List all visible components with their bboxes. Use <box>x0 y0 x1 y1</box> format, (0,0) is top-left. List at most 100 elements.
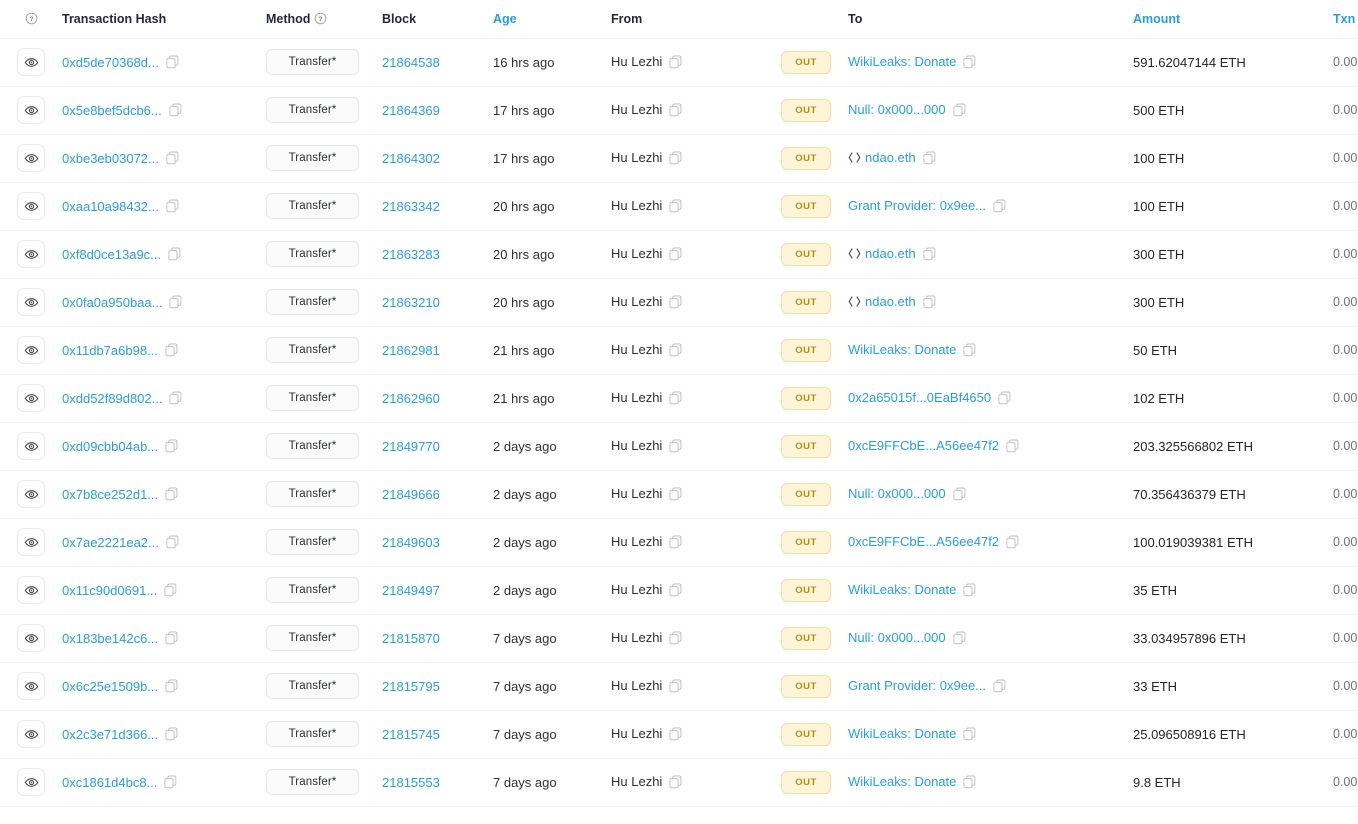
copy-icon[interactable] <box>963 775 976 789</box>
transaction-hash-link[interactable]: 0xc1861d4bc8... <box>62 775 157 790</box>
copy-icon[interactable] <box>169 103 182 117</box>
block-link[interactable]: 21815553 <box>382 775 440 790</box>
to-address-link[interactable]: WikiLeaks: Donate <box>848 342 956 357</box>
copy-icon[interactable] <box>169 391 182 405</box>
copy-icon[interactable] <box>953 487 966 501</box>
copy-icon[interactable] <box>165 727 178 741</box>
preview-eye-icon[interactable] <box>17 48 45 76</box>
preview-eye-icon[interactable] <box>17 576 45 604</box>
method-badge[interactable]: Transfer* <box>266 529 359 555</box>
copy-icon[interactable] <box>164 583 177 597</box>
method-badge[interactable]: Transfer* <box>266 97 359 123</box>
to-address-link[interactable]: WikiLeaks: Donate <box>848 582 956 597</box>
copy-icon[interactable] <box>669 775 682 789</box>
copy-icon[interactable] <box>963 343 976 357</box>
to-address-link[interactable]: WikiLeaks: Donate <box>848 54 956 69</box>
copy-icon[interactable] <box>669 343 682 357</box>
copy-icon[interactable] <box>669 247 682 261</box>
transaction-hash-link[interactable]: 0x2c3e71d366... <box>62 727 158 742</box>
preview-eye-icon[interactable] <box>17 528 45 556</box>
to-address-link[interactable]: Null: 0x000...000 <box>848 102 946 117</box>
method-badge[interactable]: Transfer* <box>266 721 359 747</box>
copy-icon[interactable] <box>669 535 682 549</box>
to-address-link[interactable]: 0x2a65015f...0EaBf4650 <box>848 390 991 405</box>
copy-icon[interactable] <box>669 199 682 213</box>
preview-eye-icon[interactable] <box>17 336 45 364</box>
block-link[interactable]: 21815745 <box>382 727 440 742</box>
method-badge[interactable]: Transfer* <box>266 577 359 603</box>
to-address-link[interactable]: 0xcE9FFCbE...A56ee47f2 <box>848 438 999 453</box>
copy-icon[interactable] <box>669 583 682 597</box>
copy-icon[interactable] <box>669 487 682 501</box>
method-badge[interactable]: Transfer* <box>266 241 359 267</box>
copy-icon[interactable] <box>963 583 976 597</box>
preview-eye-icon[interactable] <box>17 432 45 460</box>
transaction-hash-link[interactable]: 0x183be142c6... <box>62 631 158 646</box>
preview-eye-icon[interactable] <box>17 624 45 652</box>
transaction-hash-link[interactable]: 0x7b8ce252d1... <box>62 487 158 502</box>
transaction-hash-link[interactable]: 0xaa10a98432... <box>62 199 159 214</box>
preview-eye-icon[interactable] <box>17 384 45 412</box>
preview-eye-icon[interactable] <box>17 192 45 220</box>
column-header-age[interactable]: Age <box>483 0 601 39</box>
copy-icon[interactable] <box>164 775 177 789</box>
method-badge[interactable]: Transfer* <box>266 289 359 315</box>
copy-icon[interactable] <box>669 55 682 69</box>
transaction-hash-link[interactable]: 0x6c25e1509b... <box>62 679 158 694</box>
block-link[interactable]: 21849770 <box>382 439 440 454</box>
copy-icon[interactable] <box>953 631 966 645</box>
method-badge[interactable]: Transfer* <box>266 193 359 219</box>
preview-eye-icon[interactable] <box>17 240 45 268</box>
preview-eye-icon[interactable] <box>17 720 45 748</box>
to-address-link[interactable]: Grant Provider: 0x9ee... <box>848 198 986 213</box>
help-circle-icon[interactable]: ? <box>25 12 38 25</box>
to-address-link[interactable]: WikiLeaks: Donate <box>848 726 956 741</box>
copy-icon[interactable] <box>165 487 178 501</box>
transaction-hash-link[interactable]: 0x7ae2221ea2... <box>62 535 159 550</box>
copy-icon[interactable] <box>669 295 682 309</box>
transaction-hash-link[interactable]: 0xd5de70368d... <box>62 55 159 70</box>
block-link[interactable]: 21862981 <box>382 343 440 358</box>
preview-eye-icon[interactable] <box>17 480 45 508</box>
copy-icon[interactable] <box>1006 535 1019 549</box>
copy-icon[interactable] <box>166 535 179 549</box>
copy-icon[interactable] <box>993 679 1006 693</box>
block-link[interactable]: 21862960 <box>382 391 440 406</box>
copy-icon[interactable] <box>166 55 179 69</box>
to-address-link[interactable]: 0xcE9FFCbE...A56ee47f2 <box>848 534 999 549</box>
method-badge[interactable]: Transfer* <box>266 49 359 75</box>
copy-icon[interactable] <box>166 199 179 213</box>
block-link[interactable]: 21849603 <box>382 535 440 550</box>
to-address-link[interactable]: Grant Provider: 0x9ee... <box>848 678 986 693</box>
transaction-hash-link[interactable]: 0xbe3eb03072... <box>62 151 159 166</box>
block-link[interactable]: 21864369 <box>382 103 440 118</box>
transaction-hash-link[interactable]: 0x11db7a6b98... <box>62 343 158 358</box>
block-link[interactable]: 21863210 <box>382 295 440 310</box>
transaction-hash-link[interactable]: 0x11c90d0691... <box>62 583 157 598</box>
to-address-link[interactable]: ndao.eth <box>865 246 916 261</box>
method-badge[interactable]: Transfer* <box>266 337 359 363</box>
copy-icon[interactable] <box>923 295 936 309</box>
to-address-link[interactable]: Null: 0x000...000 <box>848 630 946 645</box>
preview-eye-icon[interactable] <box>17 144 45 172</box>
copy-icon[interactable] <box>953 103 966 117</box>
copy-icon[interactable] <box>168 247 181 261</box>
preview-eye-icon[interactable] <box>17 672 45 700</box>
copy-icon[interactable] <box>963 727 976 741</box>
column-header-txn-fee[interactable]: Txn Fee <box>1321 0 1358 39</box>
to-address-link[interactable]: Null: 0x000...000 <box>848 486 946 501</box>
copy-icon[interactable] <box>923 247 936 261</box>
method-badge[interactable]: Transfer* <box>266 673 359 699</box>
column-header-amount[interactable]: Amount <box>1121 0 1321 39</box>
block-link[interactable]: 21863342 <box>382 199 440 214</box>
copy-icon[interactable] <box>166 151 179 165</box>
preview-eye-icon[interactable] <box>17 288 45 316</box>
copy-icon[interactable] <box>165 343 178 357</box>
preview-eye-icon[interactable] <box>17 96 45 124</box>
copy-icon[interactable] <box>169 295 182 309</box>
method-badge[interactable]: Transfer* <box>266 385 359 411</box>
copy-icon[interactable] <box>669 727 682 741</box>
help-circle-icon[interactable]: ? <box>314 12 327 25</box>
block-link[interactable]: 21863283 <box>382 247 440 262</box>
transaction-hash-link[interactable]: 0xf8d0ce13a9c... <box>62 247 161 262</box>
